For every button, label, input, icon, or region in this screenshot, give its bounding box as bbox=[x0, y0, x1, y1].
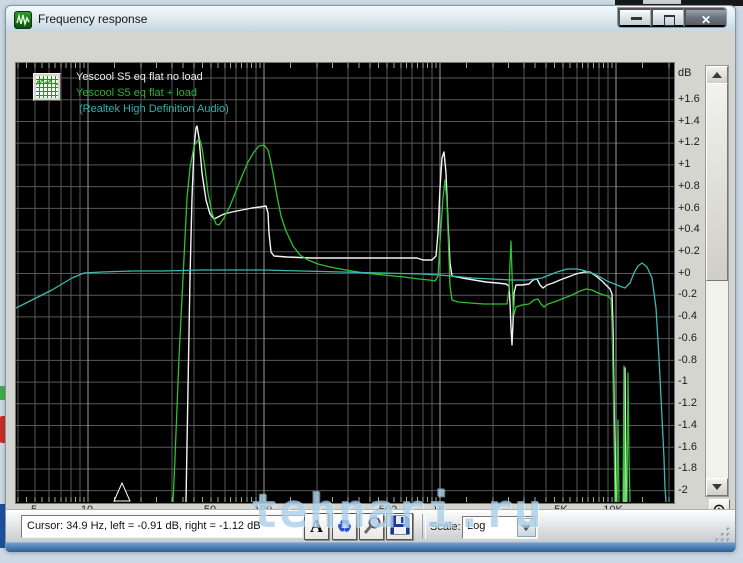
combobox-drop-button[interactable] bbox=[517, 518, 536, 537]
y-tick-label: +1.4 bbox=[678, 114, 700, 127]
y-tick-label: -1.6 bbox=[678, 440, 697, 453]
toolbar: Cursor: 34.9 Hz, left = -0.91 dB, right … bbox=[6, 509, 735, 543]
y-tick-label: -1.2 bbox=[678, 397, 697, 410]
frequency-response-plot[interactable]: Yescool S5 eq flat no load Yescool S5 eq … bbox=[15, 62, 675, 504]
y-tick-label: -0.8 bbox=[678, 353, 697, 366]
refresh-icon: ♻ bbox=[336, 517, 353, 536]
y-tick-label: +0.6 bbox=[678, 201, 700, 214]
scale-label: Scale: bbox=[430, 521, 461, 533]
scroll-up-button[interactable] bbox=[706, 66, 728, 84]
maximize-button[interactable] bbox=[651, 8, 684, 27]
cursor-marker[interactable] bbox=[113, 481, 131, 502]
y-tick-label: +0.8 bbox=[678, 179, 700, 192]
magnifier-icon bbox=[363, 516, 380, 534]
window-title: Frequency response bbox=[38, 12, 148, 26]
series-curve bbox=[616, 419, 620, 503]
y-tick-label: -0.6 bbox=[678, 331, 697, 344]
dialog-panel: Yescool S5 eq flat no load Yescool S5 eq … bbox=[6, 32, 735, 541]
toolbar-separator bbox=[422, 514, 426, 539]
y-tick-label: +1.6 bbox=[678, 93, 700, 105]
plot-canvas bbox=[16, 63, 674, 503]
y-tick-label: -1.8 bbox=[678, 462, 697, 475]
legend-item: Yescool S5 eq flat no load bbox=[76, 71, 203, 83]
plot-legend: Yescool S5 eq flat no load Yescool S5 eq … bbox=[76, 69, 229, 117]
y-tick-label: -0.2 bbox=[678, 288, 697, 301]
y-tick-label: -1.4 bbox=[678, 418, 697, 431]
up-arrow-icon bbox=[712, 72, 722, 78]
desktop: Frequency response ✕ Yescool S5 eq flat … bbox=[0, 0, 743, 563]
maximize-icon bbox=[664, 15, 675, 26]
save-icon bbox=[390, 515, 409, 535]
y-axis-unit: dB bbox=[678, 67, 692, 79]
y-tick-label: +1.2 bbox=[678, 136, 700, 149]
frequency-response-window: Frequency response ✕ Yescool S5 eq flat … bbox=[5, 5, 736, 552]
spectrum-thumbnail-icon bbox=[36, 76, 58, 98]
app-icon bbox=[14, 11, 32, 29]
save-button[interactable] bbox=[386, 513, 413, 540]
spectrum-thumbnail-button[interactable] bbox=[33, 73, 61, 101]
y-tick-label: +1 bbox=[678, 158, 691, 171]
series-curve bbox=[626, 372, 631, 503]
vertical-scrollbar[interactable] bbox=[705, 65, 729, 497]
down-arrow-icon bbox=[712, 484, 722, 490]
close-button[interactable]: ✕ bbox=[684, 8, 726, 27]
cursor-readout: Cursor: 34.9 Hz, left = -0.91 dB, right … bbox=[21, 515, 303, 538]
y-tick-label: -0.4 bbox=[678, 310, 697, 323]
scale-value: Log bbox=[467, 520, 486, 532]
font-button[interactable]: A bbox=[304, 513, 329, 540]
refresh-button[interactable]: ♻ bbox=[332, 513, 357, 540]
caption-buttons: ✕ bbox=[617, 7, 727, 28]
titlebar[interactable]: Frequency response ✕ bbox=[6, 6, 735, 33]
minimize-button[interactable] bbox=[618, 8, 651, 27]
resize-grip[interactable] bbox=[714, 525, 732, 543]
legend-item: Yescool S5 eq flat + load bbox=[76, 87, 197, 99]
y-tick-label: +0 bbox=[678, 266, 691, 279]
y-tick-label: -1 bbox=[678, 375, 688, 388]
chevron-down-icon bbox=[521, 525, 531, 531]
legend-item: (Realtek High Definition Audio) bbox=[79, 103, 229, 115]
y-tick-label: +0.2 bbox=[678, 245, 700, 258]
window-bottom-frame bbox=[6, 542, 735, 552]
y-tick-label: +0.4 bbox=[678, 223, 700, 236]
magnifier-button[interactable] bbox=[359, 513, 384, 540]
scroll-down-button[interactable] bbox=[706, 478, 728, 496]
vertical-scroll-thumb[interactable] bbox=[706, 83, 728, 281]
y-tick-label: -2 bbox=[678, 483, 688, 496]
y-axis-labels: dB +1.6 +1.4 +1.2 +1 +0.8 +0.6 +0.4 +0.2 +0 -0.2 -0… bbox=[676, 62, 708, 524]
minimize-icon bbox=[631, 17, 642, 20]
scale-combobox[interactable]: Log bbox=[462, 516, 538, 539]
